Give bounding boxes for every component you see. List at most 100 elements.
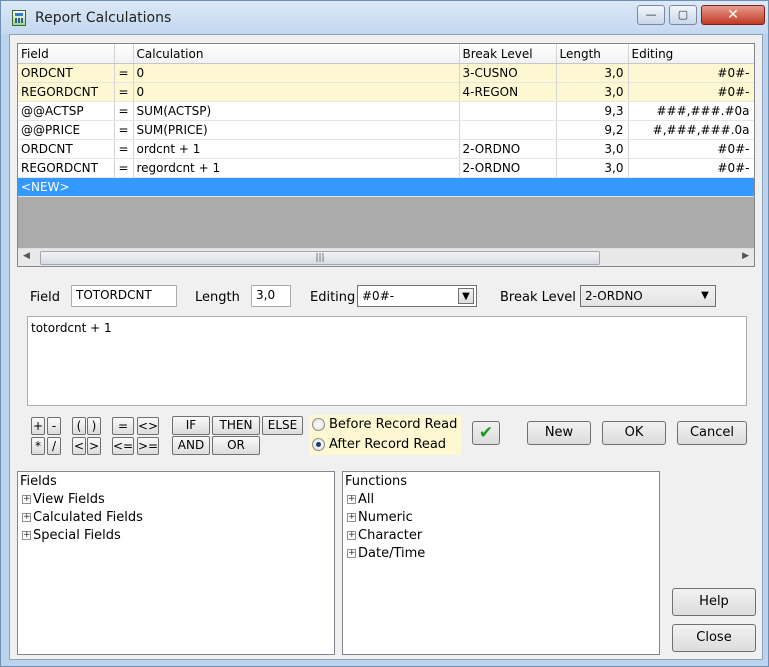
formula-editor[interactable]: totordcnt + 1 — [27, 316, 747, 406]
help-button[interactable]: Help — [672, 588, 756, 616]
chevron-down-icon[interactable]: ▼ — [458, 288, 474, 304]
column-header-editing[interactable]: Editing — [628, 44, 754, 64]
tree-node-character[interactable]: + Character — [347, 528, 422, 543]
ok-button[interactable]: OK — [602, 421, 666, 445]
tree-node-special-fields[interactable]: + Special Fields — [22, 528, 121, 543]
cell-operator: = — [114, 101, 134, 121]
equals-button[interactable]: = — [112, 417, 134, 435]
cell-break-level — [459, 101, 557, 121]
horizontal-scrollbar[interactable]: ◀ ||| ▶ — [18, 248, 754, 266]
calculator-app-icon — [12, 10, 26, 26]
functions-tree: Functions + All + Numeric + Character + Date… — [342, 471, 660, 655]
cell-editing: #0#- — [628, 82, 754, 102]
cell-break-level: 2-ORDNO — [459, 139, 557, 159]
cell-length: 3,0 — [556, 139, 629, 159]
expand-icon[interactable]: + — [22, 531, 31, 540]
cell-break-level: 4-REGON — [459, 82, 557, 102]
cell-break-level: 2-ORDNO — [459, 158, 557, 178]
scroll-left-icon[interactable]: ◀ — [23, 251, 30, 261]
cell-calculation: ordcnt + 1 — [133, 139, 460, 159]
tree-node-all[interactable]: + All — [347, 492, 374, 507]
table-row[interactable]: ORDCNT = ordcnt + 1 2-ORDNO 3,0 #0#- — [18, 139, 754, 159]
if-button[interactable]: IF — [172, 416, 210, 435]
radio-after[interactable] — [312, 438, 325, 451]
expand-icon[interactable]: + — [347, 495, 356, 504]
close-window-button[interactable]: ✕ — [701, 5, 765, 25]
expand-icon[interactable]: + — [22, 495, 31, 504]
tree-node-date-time[interactable]: + Date/Time — [347, 546, 425, 561]
maximize-button[interactable]: ▢ — [669, 5, 697, 25]
dialog-content: Field Calculation Break Level Length Edi… — [9, 34, 763, 660]
cell-editing: #0#- — [628, 63, 754, 83]
expand-icon[interactable]: + — [347, 549, 356, 558]
fields-tree: Fields + View Fields + Calculated Fields +… — [17, 471, 335, 655]
break-level-label: Break Level — [500, 290, 576, 305]
table-row[interactable]: REGORDCNT = 0 4-REGON 3,0 #0#- — [18, 82, 754, 102]
tree-node-label: View Fields — [33, 492, 105, 507]
else-button[interactable]: ELSE — [262, 416, 303, 435]
then-button[interactable]: THEN — [212, 416, 260, 435]
column-header-length[interactable]: Length — [556, 44, 629, 64]
chevron-down-icon[interactable]: ▼ — [697, 288, 713, 304]
left-paren-button[interactable]: ( — [72, 417, 86, 435]
after-record-read-option[interactable]: After Record Read — [309, 435, 461, 455]
table-row[interactable]: @@ACTSP = SUM(ACTSP) 9,3 ###,###.#0a — [18, 101, 754, 121]
column-header-calculation[interactable]: Calculation — [133, 44, 460, 64]
column-header-operator[interactable] — [114, 44, 134, 64]
not-equal-button[interactable]: <> — [137, 417, 159, 435]
break-level-select[interactable]: 2-ORDNO ▼ — [580, 285, 716, 307]
and-button[interactable]: AND — [172, 436, 210, 455]
apply-checkmark-button[interactable]: ✔ — [472, 421, 500, 445]
before-record-read-option[interactable]: Before Record Read — [309, 415, 461, 435]
column-header-field[interactable]: Field — [18, 44, 115, 64]
expand-icon[interactable]: + — [347, 513, 356, 522]
expand-icon[interactable]: + — [347, 531, 356, 540]
close-button[interactable]: Close — [672, 624, 756, 652]
right-paren-button[interactable]: ) — [87, 417, 101, 435]
title-bar: Report Calculations — ▢ ✕ — [1, 1, 768, 34]
less-than-button[interactable]: < — [72, 437, 86, 455]
column-header-break-level[interactable]: Break Level — [459, 44, 557, 64]
radio-before[interactable] — [312, 418, 325, 431]
tree-node-calculated-fields[interactable]: + Calculated Fields — [22, 510, 143, 525]
plus-operator-button[interactable]: + — [31, 417, 45, 435]
tree-node-label: Numeric — [358, 510, 413, 525]
table-row[interactable]: REGORDCNT = regordcnt + 1 2-ORDNO 3,0 #0… — [18, 158, 754, 178]
grid-header-row: Field Calculation Break Level Length Edi… — [18, 44, 754, 64]
calculations-grid: Field Calculation Break Level Length Edi… — [17, 43, 755, 267]
minimize-button[interactable]: — — [637, 5, 665, 25]
cell-break-level — [459, 120, 557, 140]
table-row[interactable]: ORDCNT = 0 3-CUSNO 3,0 #0#- — [18, 63, 754, 83]
cell-length: 3,0 — [556, 63, 629, 83]
tree-node-label: Character — [358, 528, 423, 543]
tree-node-label: Date/Time — [358, 546, 426, 561]
new-row[interactable]: <NEW> — [18, 177, 754, 197]
field-name-input[interactable]: TOTORDCNT — [71, 285, 177, 307]
divide-operator-button[interactable]: / — [47, 437, 61, 455]
before-record-read-label: Before Record Read — [329, 417, 458, 432]
new-button[interactable]: New — [527, 421, 591, 445]
expand-icon[interactable]: + — [22, 513, 31, 522]
greater-equal-button[interactable]: >= — [137, 437, 159, 455]
length-input[interactable]: 3,0 — [251, 285, 291, 307]
cell-editing: ###,###.#0a — [628, 101, 754, 121]
tree-node-view-fields[interactable]: + View Fields — [22, 492, 105, 507]
scroll-right-icon[interactable]: ▶ — [742, 251, 749, 261]
cell-calculation: 0 — [133, 82, 460, 102]
cell-length: 9,2 — [556, 120, 629, 140]
or-button[interactable]: OR — [212, 436, 260, 455]
functions-tree-header: Functions — [345, 474, 408, 489]
less-equal-button[interactable]: <= — [112, 437, 134, 455]
cell-editing: #0#- — [628, 139, 754, 159]
scrollbar-thumb[interactable]: ||| — [40, 251, 600, 265]
multiply-operator-button[interactable]: * — [31, 437, 45, 455]
cell-operator: = — [114, 158, 134, 178]
tree-node-numeric[interactable]: + Numeric — [347, 510, 413, 525]
minus-operator-button[interactable]: - — [47, 417, 61, 435]
after-record-read-label: After Record Read — [329, 437, 447, 452]
greater-than-button[interactable]: > — [87, 437, 101, 455]
table-row[interactable]: @@PRICE = SUM(PRICE) 9,2 #,###,###.0a — [18, 120, 754, 140]
cancel-button[interactable]: Cancel — [677, 421, 747, 445]
editing-combo[interactable]: #0#- ▼ — [357, 285, 477, 307]
cell-operator: = — [114, 120, 134, 140]
